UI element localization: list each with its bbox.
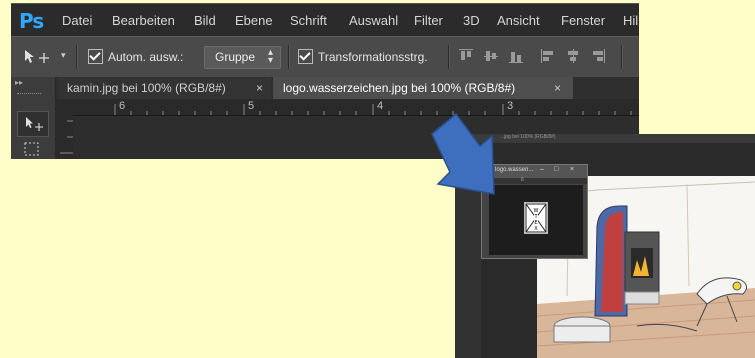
marquee-tool-button[interactable] xyxy=(17,139,47,159)
menu-ansicht[interactable]: Ansicht xyxy=(497,13,540,28)
menu-hilfe[interactable]: Hil xyxy=(623,13,638,28)
menu-bild[interactable]: Bild xyxy=(194,13,216,28)
menu-bar: Ps Datei Bearbeiten Bild Ebene Schrift A… xyxy=(11,4,639,36)
menu-bearbeiten[interactable]: Bearbeiten xyxy=(112,13,175,28)
divider xyxy=(76,45,78,69)
divider xyxy=(288,45,290,69)
align-bottom-icon[interactable] xyxy=(509,49,523,63)
auto-select-value: Gruppe xyxy=(215,50,256,64)
transform-controls-label: Transformationsstrg. xyxy=(318,50,428,64)
menu-3d[interactable]: 3D xyxy=(463,13,480,28)
align-right-icon[interactable] xyxy=(591,49,605,63)
menu-ebene[interactable]: Ebene xyxy=(235,13,273,28)
align-horizontal-center-icon[interactable] xyxy=(566,49,580,63)
transform-controls-checkbox[interactable] xyxy=(298,49,313,64)
drag-arrow-icon xyxy=(431,112,495,195)
tab-kamin[interactable]: kamin.jpg bei 100% (RGB/8#) × xyxy=(59,77,271,99)
ruler-label: 5 xyxy=(248,100,255,112)
menu-datei[interactable]: Datei xyxy=(62,13,92,28)
move-tool-button[interactable] xyxy=(17,111,49,137)
tab-logo-wasserzeichen[interactable]: logo.wasserzeichen.jpg bei 100% (RGB/8#)… xyxy=(273,77,573,99)
tab-label: logo.wasserzeichen.jpg bei 100% (RGB/8#) xyxy=(283,81,516,95)
tab-label: kamin.jpg bei 100% (RGB/8#) xyxy=(67,81,226,95)
ruler-label: 6 xyxy=(119,100,126,112)
move-tool-icon[interactable] xyxy=(23,49,53,65)
dropdown-arrows-icon: ▴ ▾ xyxy=(267,47,273,66)
ruler-label: 6 xyxy=(521,177,524,183)
close-tab-icon[interactable]: × xyxy=(256,81,263,95)
tools-panel: ▸▸ xyxy=(11,77,56,159)
svg-text:X: X xyxy=(534,226,538,232)
ruler-label: 4 xyxy=(377,100,384,112)
ruler-origin[interactable] xyxy=(55,99,74,115)
divider xyxy=(448,45,450,69)
minimize-button[interactable]: – xyxy=(540,166,544,173)
auto-select-dropdown[interactable]: Gruppe ▴ ▾ xyxy=(204,46,281,69)
align-left-icon[interactable] xyxy=(541,49,555,63)
ruler-ticks xyxy=(114,104,632,115)
close-button[interactable]: × xyxy=(570,166,574,173)
ruler-ticks xyxy=(60,120,73,154)
watermark-logo-image: W T E X xyxy=(525,203,547,233)
tool-preset-dropdown-icon[interactable]: ▾ xyxy=(61,50,66,61)
auto-select-checkbox[interactable] xyxy=(88,49,103,64)
watermark-logo: W T E X xyxy=(524,202,548,234)
align-top-icon[interactable] xyxy=(459,49,473,63)
align-vertical-center-icon[interactable] xyxy=(484,49,498,63)
options-bar: ▾ Autom. ausw.: Gruppe ▴ ▾ Transformation… xyxy=(11,36,639,78)
move-tool-icon xyxy=(26,117,43,131)
close-tab-icon[interactable]: × xyxy=(554,81,561,95)
collapse-panel-icon[interactable]: ▸▸ xyxy=(15,78,23,87)
menu-fenster[interactable]: Fenster xyxy=(561,13,605,28)
menu-filter[interactable]: Filter xyxy=(414,13,443,28)
horizontal-ruler[interactable]: 6 5 4 3 xyxy=(73,99,639,116)
menu-auswahl[interactable]: Auswahl xyxy=(349,13,398,28)
divider xyxy=(621,45,623,69)
marquee-icon xyxy=(24,142,39,156)
photoshop-logo: Ps xyxy=(19,9,44,33)
auto-select-label: Autom. ausw.: xyxy=(108,50,184,64)
vertical-ruler[interactable] xyxy=(55,115,73,159)
panel-grip[interactable] xyxy=(17,93,41,96)
menu-schrift[interactable]: Schrift xyxy=(290,13,327,28)
maximize-button[interactable]: □ xyxy=(554,166,558,173)
